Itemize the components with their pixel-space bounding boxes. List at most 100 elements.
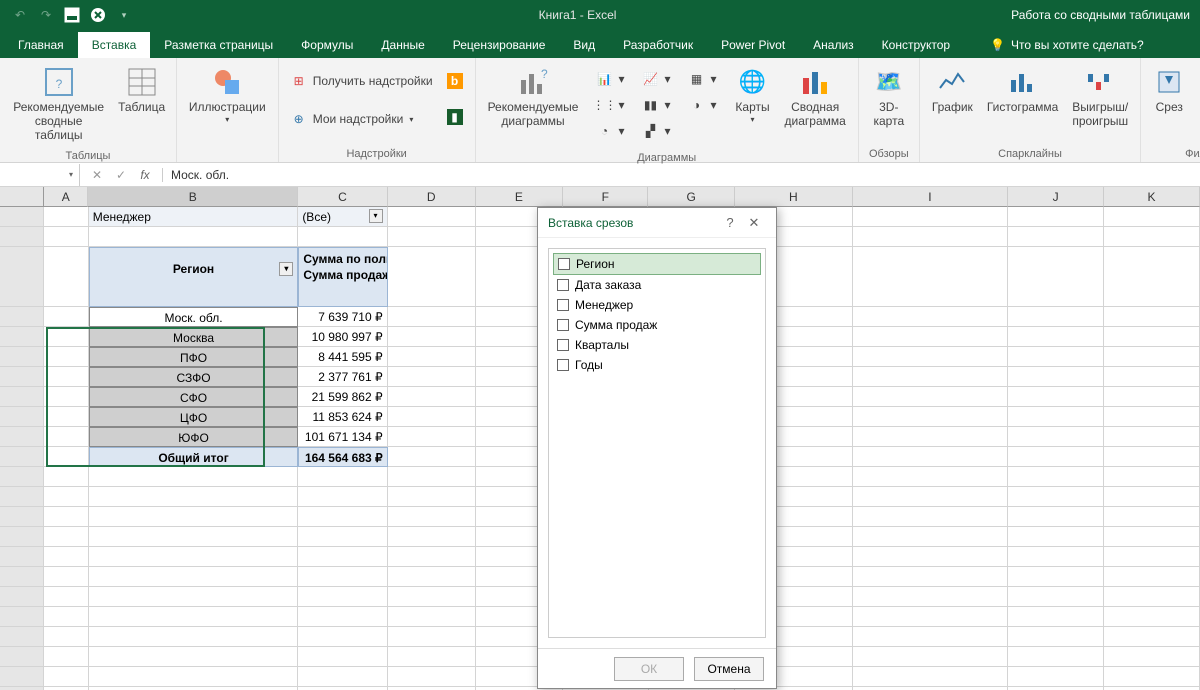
checkbox-icon[interactable] xyxy=(557,279,569,291)
dialog-help-button[interactable]: ? xyxy=(718,215,742,230)
slicer-button[interactable]: Срез xyxy=(1147,62,1191,119)
tab-layout[interactable]: Разметка страницы xyxy=(150,32,287,58)
col-header-C[interactable]: C xyxy=(298,187,387,207)
group-illustrations-label xyxy=(183,144,272,160)
illustrations-button[interactable]: Иллюстрации▾ xyxy=(183,62,272,128)
col-header-I[interactable]: I xyxy=(853,187,1008,207)
col-header-E[interactable]: E xyxy=(476,187,563,207)
pie-chart-button[interactable]: ◔▾ xyxy=(590,120,630,142)
sparkline-line-button[interactable]: График xyxy=(926,62,979,119)
name-box[interactable]: ▾ xyxy=(0,164,80,186)
bing-maps-button[interactable]: b xyxy=(441,70,469,92)
qat-customize-button[interactable]: ▾ xyxy=(112,3,136,27)
table-button[interactable]: Таблица xyxy=(113,62,170,119)
save-button[interactable] xyxy=(60,3,84,27)
checkbox-icon[interactable] xyxy=(557,299,569,311)
maps-button[interactable]: 🌐Карты▾ xyxy=(729,62,777,128)
tell-me-label: Что вы хотите сделать? xyxy=(1011,38,1144,52)
pivot-chart-button[interactable]: Сводная диаграмма xyxy=(779,62,852,133)
slicer-field-item[interactable]: Дата заказа xyxy=(553,275,761,295)
lightbulb-icon: 💡 xyxy=(990,38,1005,52)
sparkline-column-button[interactable]: Гистограмма xyxy=(981,62,1064,119)
col-header-K[interactable]: K xyxy=(1104,187,1200,207)
insert-slicers-dialog: Вставка срезов ? ✕ РегионДата заказаМене… xyxy=(537,207,777,689)
tab-review[interactable]: Рецензирование xyxy=(439,32,560,58)
slicer-field-item[interactable]: Кварталы xyxy=(553,335,761,355)
tab-developer[interactable]: Разработчик xyxy=(609,32,707,58)
group-tables-label: Таблицы xyxy=(6,146,170,162)
globe-icon: 🗺️ xyxy=(873,66,905,98)
scatter-icon: ⋮⋮ xyxy=(596,97,612,113)
line-chart-button[interactable]: 📈▾ xyxy=(636,68,676,90)
redo-button[interactable]: ↷ xyxy=(34,3,58,27)
my-addins-button[interactable]: ⊕Мои надстройки▾ xyxy=(285,108,439,130)
pivot-icon: ? xyxy=(43,66,75,98)
col-header-G[interactable]: G xyxy=(648,187,734,207)
sparkline-winloss-button[interactable]: Выигрыш/ проигрыш xyxy=(1066,62,1134,133)
timeline-button[interactable]: Временная шкала xyxy=(1193,62,1200,133)
col-header-F[interactable]: F xyxy=(563,187,648,207)
people-graph-button[interactable]: ▮ xyxy=(441,106,469,128)
treemap-button[interactable]: ▦▾ xyxy=(683,68,723,90)
shapes-icon xyxy=(211,66,243,98)
tab-powerpivot[interactable]: Power Pivot xyxy=(707,32,799,58)
tab-home[interactable]: Главная xyxy=(4,32,78,58)
group-sparklines: График Гистограмма Выигрыш/ проигрыш Спа… xyxy=(920,58,1141,162)
tab-design[interactable]: Конструктор xyxy=(868,32,964,58)
column-chart-icon: 📊 xyxy=(596,71,612,87)
sparkline-icon xyxy=(936,66,968,98)
addins-icon: ⊕ xyxy=(291,111,307,127)
tab-insert[interactable]: Вставка xyxy=(78,32,151,58)
cancel-formula-button[interactable]: ✕ xyxy=(86,168,108,182)
combo-chart-button[interactable]: ◑▾ xyxy=(683,94,723,116)
tab-data[interactable]: Данные xyxy=(367,32,438,58)
col-header-B[interactable]: B xyxy=(88,187,298,207)
window-title: Книга1 - Excel xyxy=(144,8,1011,22)
recommended-charts-button[interactable]: ?Рекомендуемые диаграммы xyxy=(482,62,585,133)
tab-formulas[interactable]: Формулы xyxy=(287,32,367,58)
tell-me-search[interactable]: 💡 Что вы хотите сделать? xyxy=(984,32,1150,58)
get-addins-button[interactable]: ⊞Получить надстройки xyxy=(285,70,439,92)
scatter-chart-button[interactable]: ⋮⋮▾ xyxy=(590,94,630,116)
close-book-button[interactable] xyxy=(86,3,110,27)
slicer-icon xyxy=(1153,66,1185,98)
dialog-ok-button[interactable]: ОК xyxy=(614,657,684,681)
svg-text:?: ? xyxy=(541,67,548,81)
3d-map-button[interactable]: 🗺️3D- карта xyxy=(865,62,913,133)
column-headers: ABCDEFGHIJK xyxy=(0,187,1200,207)
worksheet[interactable]: ABCDEFGHIJK Менеджер(Все)▾Регион▾Сумма п… xyxy=(0,187,1200,690)
col-header-A[interactable]: A xyxy=(44,187,88,207)
row-field-dropdown[interactable]: ▾ xyxy=(279,262,293,276)
slicer-field-item[interactable]: Годы xyxy=(553,355,761,375)
sparkcol-icon xyxy=(1007,66,1039,98)
column-chart-button[interactable]: 📊▾ xyxy=(590,68,630,90)
pie-icon: ◔ xyxy=(596,123,612,139)
slicer-field-item[interactable]: Менеджер xyxy=(553,295,761,315)
tab-view[interactable]: Вид xyxy=(559,32,609,58)
checkbox-icon[interactable] xyxy=(557,319,569,331)
store-icon: ⊞ xyxy=(291,73,307,89)
checkbox-icon[interactable] xyxy=(557,339,569,351)
undo-button[interactable]: ↶ xyxy=(8,3,32,27)
slicer-field-item[interactable]: Сумма продаж xyxy=(553,315,761,335)
tab-analyze[interactable]: Анализ xyxy=(799,32,868,58)
slicer-field-item[interactable]: Регион xyxy=(553,253,761,275)
ribbon: ?Рекомендуемые сводные таблицы Таблица Т… xyxy=(0,58,1200,163)
insert-function-button[interactable]: fx xyxy=(134,168,156,182)
checkbox-icon[interactable] xyxy=(557,359,569,371)
col-header-J[interactable]: J xyxy=(1008,187,1104,207)
surface-chart-button[interactable]: ▞▾ xyxy=(636,120,676,142)
people-icon: ▮ xyxy=(447,109,463,125)
hierarchy-icon: ▦ xyxy=(689,71,705,87)
col-header-D[interactable]: D xyxy=(388,187,476,207)
filter-dropdown[interactable]: ▾ xyxy=(369,209,383,223)
dialog-cancel-button[interactable]: Отмена xyxy=(694,657,764,681)
dialog-close-button[interactable]: ✕ xyxy=(742,215,766,231)
recommended-pivot-button[interactable]: ?Рекомендуемые сводные таблицы xyxy=(6,62,111,146)
formula-input[interactable]: Моск. обл. xyxy=(163,168,1200,182)
col-header-H[interactable]: H xyxy=(735,187,853,207)
group-tables: ?Рекомендуемые сводные таблицы Таблица Т… xyxy=(0,58,177,162)
stat-chart-button[interactable]: ▮▮▾ xyxy=(636,94,676,116)
enter-formula-button[interactable]: ✓ xyxy=(110,168,132,182)
checkbox-icon[interactable] xyxy=(558,258,570,270)
